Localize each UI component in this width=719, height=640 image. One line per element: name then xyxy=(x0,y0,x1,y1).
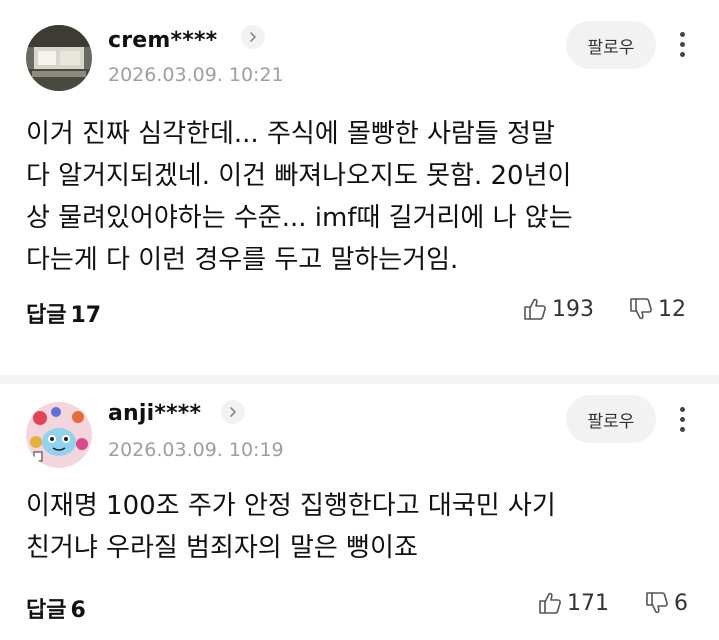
like-button[interactable]: 193 xyxy=(522,296,594,322)
dislike-count: 6 xyxy=(674,590,688,616)
thumbs-up-icon xyxy=(524,298,546,320)
comment-text-line: 상 물려있어야하는 수준... imf때 길거리에 나 앉는 xyxy=(26,203,573,233)
reply-count: 6 xyxy=(70,598,86,623)
profile-photo-icon xyxy=(26,25,92,91)
like-count: 193 xyxy=(552,296,594,322)
comment-item: anji**** 2026.03.09. 10:19 팔로우 이재명 100조 … xyxy=(0,384,719,640)
dislike-button[interactable]: 6 xyxy=(644,590,688,616)
like-button[interactable]: 171 xyxy=(537,590,609,616)
section-divider xyxy=(0,375,719,384)
avatar[interactable] xyxy=(26,402,92,468)
more-options-icon[interactable] xyxy=(670,399,694,439)
comment-text: 이재명 100조 주가 안정 집행한다고 대국민 사기 친거냐 우라질 범죄자의… xyxy=(26,485,686,569)
timestamp: 2026.03.09. 10:21 xyxy=(108,64,284,86)
thumbs-up-icon xyxy=(539,592,561,614)
follow-button[interactable]: 팔로우 xyxy=(566,395,656,443)
thumbs-down-icon xyxy=(630,298,652,320)
reply-count: 17 xyxy=(70,303,102,328)
timestamp: 2026.03.09. 10:19 xyxy=(108,439,284,461)
reply-label: 답글 xyxy=(26,303,67,328)
reply-button[interactable]: 답글 6 xyxy=(26,592,90,624)
profile-link-button[interactable] xyxy=(241,25,265,49)
like-count: 171 xyxy=(567,590,609,616)
comment-item: crem**** 2026.03.09. 10:21 팔로우 이거 진짜 심각한… xyxy=(0,0,719,375)
chevron-right-icon xyxy=(250,32,256,42)
chevron-right-icon xyxy=(230,407,236,417)
comment-text: 이거 진짜 심각한데... 주식에 몰빵한 사람들 정말 다 알거지되겠네. 이… xyxy=(26,113,686,281)
character-profile-image-icon xyxy=(26,402,92,468)
username[interactable]: anji**** xyxy=(108,401,201,426)
comment-text-line: 이거 진짜 심각한데... 주식에 몰빵한 사람들 정말 xyxy=(26,119,555,149)
profile-link-button[interactable] xyxy=(221,400,245,424)
more-options-icon[interactable] xyxy=(670,24,694,64)
avatar[interactable] xyxy=(26,25,92,91)
reply-label: 답글 xyxy=(26,598,67,623)
comment-text-line: 다 알거지되겠네. 이건 빠져나오지도 못함. 20년이 xyxy=(26,161,572,191)
comment-text-line: 다는게 다 이런 경우를 두고 말하는거임. xyxy=(26,245,459,275)
comment-text-line: 이재명 100조 주가 안정 집행한다고 대국민 사기 xyxy=(26,491,556,521)
follow-button[interactable]: 팔로우 xyxy=(566,21,656,69)
reply-button[interactable]: 답글 17 xyxy=(26,297,105,329)
comment-text-line: 친거냐 우라질 범죄자의 말은 뻥이죠 xyxy=(26,533,418,563)
thumbs-down-icon xyxy=(646,592,668,614)
dislike-button[interactable]: 12 xyxy=(628,296,686,322)
dislike-count: 12 xyxy=(658,296,686,322)
username[interactable]: crem**** xyxy=(108,28,217,53)
